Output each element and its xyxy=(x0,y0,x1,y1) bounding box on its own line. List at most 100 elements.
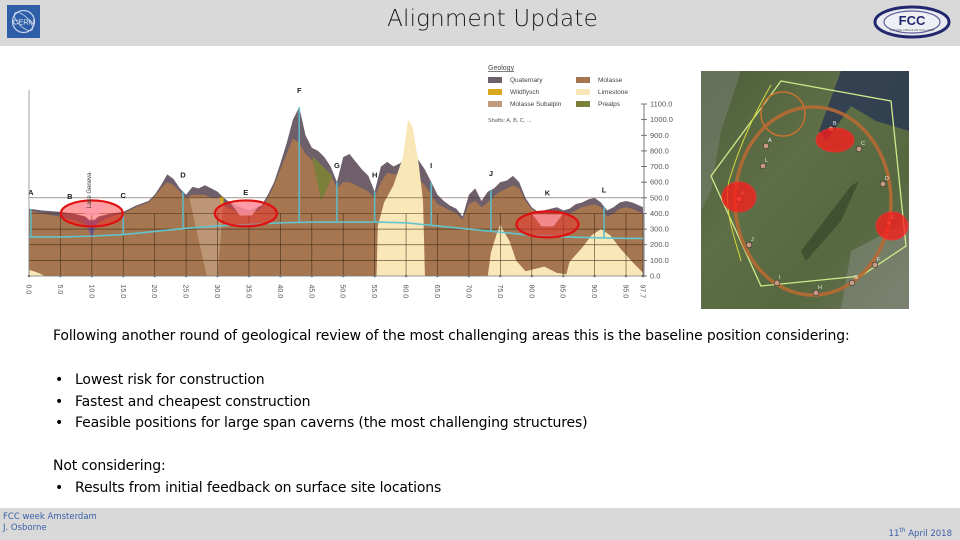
slide-header: CERN Alignment Update FCC FUTURE CIRCULA… xyxy=(0,0,960,46)
x-tick-label: 75.0 xyxy=(496,285,503,299)
shaft-label: E xyxy=(243,188,248,197)
list-item-text: Feasible positions for large span cavern… xyxy=(75,415,588,431)
footer-date-rest: April 2018 xyxy=(905,528,952,539)
map-shaft-label: L xyxy=(765,158,768,164)
intro-text: Following another round of geological re… xyxy=(53,328,850,344)
map-shaft-label: C xyxy=(861,141,865,147)
x-tick-label: 85.0 xyxy=(559,285,566,299)
legend-shafts-note: Shafts: A, B, C, ... xyxy=(488,118,532,124)
x-tick-mark xyxy=(593,274,596,278)
map-shaft-label: B xyxy=(833,121,837,127)
map-shaft-label: A xyxy=(768,138,772,144)
footer-date-day: 11 xyxy=(888,528,900,539)
x-tick-label: 90.0 xyxy=(590,285,597,299)
shaft-label: F xyxy=(297,86,302,95)
y-tick-label: 700.0 xyxy=(650,162,669,171)
shaft-label: I xyxy=(430,161,432,170)
legend-label: Prealps xyxy=(598,101,621,108)
list-item: • Results from initial feedback on surfac… xyxy=(55,479,441,498)
x-tick-mark xyxy=(121,274,125,278)
shaft-label: H xyxy=(372,171,377,180)
x-tick-label: 45.0 xyxy=(307,285,314,299)
x-tick-mark xyxy=(310,274,314,278)
slide-footer: FCC week Amsterdam J. Osborne 11th April… xyxy=(0,508,960,540)
legend-label: Limestone xyxy=(598,89,628,96)
footer-event: FCC week Amsterdam xyxy=(3,512,97,522)
y-tick-label: 0.0 xyxy=(650,272,660,281)
x-tick-mark xyxy=(436,274,439,278)
x-tick-label: 35.0 xyxy=(244,285,251,299)
y-axis: 0.0 100.0 200.0 300.0 400.0 500.0 600.0 700.0 80… xyxy=(641,100,673,281)
map-shaft-point xyxy=(762,142,770,150)
footer-author: J. Osborne xyxy=(3,523,47,533)
y-tick-label: 100.0 xyxy=(650,256,669,265)
y-tick-label: 300.0 xyxy=(650,225,669,234)
fcc-logo-icon: FCC FUTURE CIRCULAR COLLIDER xyxy=(873,5,951,39)
map-shaft-point xyxy=(871,261,879,269)
geology-profile-chart: A B CDEFGHIJK L 0.0 5.0 10.0 15.0 20.0 25.0 30.0 3… xyxy=(25,65,673,299)
x-tick-mark xyxy=(404,274,408,278)
y-tick-label: 500.0 xyxy=(650,193,669,202)
x-tick-label: 50.0 xyxy=(339,285,346,299)
molasse-layer xyxy=(29,138,643,276)
x-tick-mark xyxy=(561,274,565,278)
legend-swatch xyxy=(576,89,590,95)
x-tick-label: 25.0 xyxy=(182,285,189,299)
x-tick-mark xyxy=(341,274,345,278)
bullet-icon: • xyxy=(55,372,64,388)
map-shaft-point xyxy=(879,180,887,188)
not-considering-label: Not considering: xyxy=(53,458,166,474)
x-tick-label: 65.0 xyxy=(433,285,440,299)
legend-label: Quaternary xyxy=(510,77,543,84)
y-tick-label: 1000.0 xyxy=(650,115,673,124)
shaft-label: K xyxy=(545,189,551,198)
lake-geneva-annotation: Lake Geneva xyxy=(87,172,93,208)
map-shaft-point xyxy=(848,279,856,287)
legend-swatch xyxy=(488,89,502,95)
y-tick-label: 600.0 xyxy=(650,178,669,187)
map-shaft-point xyxy=(855,145,863,153)
bullet-icon: • xyxy=(55,480,64,496)
footer-credits: FCC week Amsterdam J. Osborne xyxy=(3,512,97,534)
x-tick-mark xyxy=(373,274,376,278)
map-shaft-point xyxy=(812,289,820,297)
map-shaft-label: J xyxy=(751,237,754,243)
x-tick-mark xyxy=(216,274,219,278)
map-highlight-e xyxy=(875,211,909,241)
legend-swatch xyxy=(488,77,502,83)
list-item: • Fastest and cheapest construction xyxy=(55,393,587,415)
shaft-label: D xyxy=(180,171,186,180)
map-highlight-k xyxy=(721,181,757,213)
y-tick-label: 1100.0 xyxy=(650,100,672,109)
map-shaft-label: H xyxy=(818,285,822,291)
slide-title: Alignment Update xyxy=(387,6,598,32)
map-highlight-bc xyxy=(815,127,855,153)
x-tick-label: 15.0 xyxy=(119,285,126,299)
shaft-label: G xyxy=(334,161,340,170)
chart-legend: Geology Quaternary Molasse Wildflysch Limest… xyxy=(488,65,628,124)
y-tick-label: 200.0 xyxy=(650,240,669,249)
map-shaft-point xyxy=(773,279,781,287)
x-tick-label: 55.0 xyxy=(370,285,377,299)
x-tick-label: 97.7 xyxy=(639,285,646,299)
bullet-icon: • xyxy=(55,393,64,410)
x-tick-label: 60.0 xyxy=(402,285,409,299)
map-shaft-point xyxy=(759,162,767,170)
y-tick-label: 800.0 xyxy=(650,146,669,155)
list-item-text: Lowest risk for construction xyxy=(75,372,265,388)
fcc-logo: FCC FUTURE CIRCULAR COLLIDER xyxy=(872,3,952,41)
fcc-logo-text: FCC xyxy=(899,13,926,28)
site-map: ABCDEFGHIJKL xyxy=(701,71,909,309)
legend-title: Geology xyxy=(488,65,515,72)
x-tick-label: 70.0 xyxy=(464,285,471,299)
x-tick-label: 95.0 xyxy=(622,285,629,299)
x-tick-mark xyxy=(624,274,628,278)
not-considering-list: • Results from initial feedback on surfac… xyxy=(55,479,441,498)
x-tick-label: 5.0 xyxy=(56,285,63,295)
x-tick-label: 20.0 xyxy=(150,285,157,299)
x-tick-label: 0.0 xyxy=(25,285,32,295)
x-tick-mark xyxy=(467,274,471,278)
map-shaft-point xyxy=(745,241,753,249)
x-tick-mark xyxy=(184,274,188,278)
y-tick-label: 900.0 xyxy=(650,131,669,140)
